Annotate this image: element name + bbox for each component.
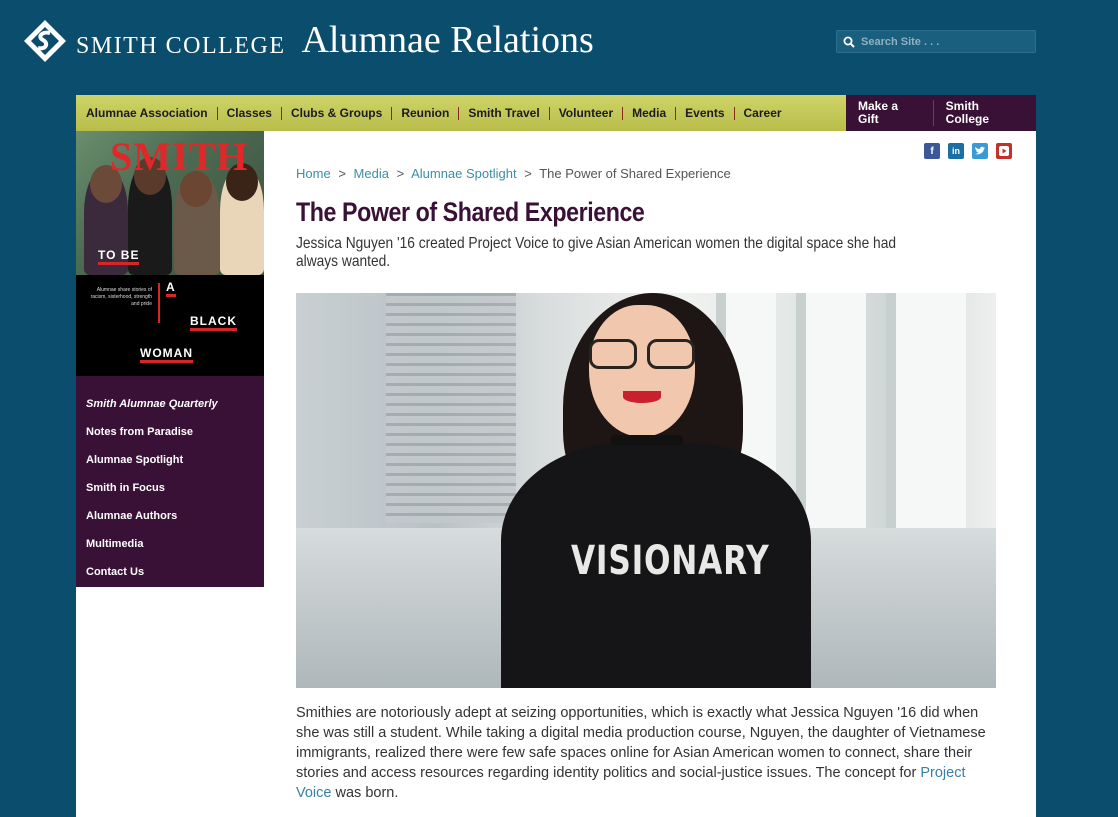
breadcrumb-media[interactable]: Media: [354, 166, 389, 181]
sidebar-item-contact[interactable]: Contact Us: [76, 566, 264, 594]
main-nav: Alumnae Association Classes Clubs & Grou…: [76, 95, 1036, 131]
sidebar-item-quarterly[interactable]: Smith Alumnae Quarterly: [76, 398, 264, 426]
nav-media[interactable]: Media: [623, 106, 677, 120]
magazine-cover[interactable]: SMITH TO BE A BLACK WOMAN Alumnae share …: [76, 131, 264, 376]
cover-word-woman: WOMAN: [140, 347, 193, 363]
social-links: f in: [924, 143, 1012, 159]
article-subtitle: Jessica Nguyen '16 created Project Voice…: [296, 235, 897, 270]
nav-volunteer[interactable]: Volunteer: [550, 106, 624, 120]
breadcrumb-separator: >: [396, 166, 405, 181]
nav-smith-travel[interactable]: Smith Travel: [459, 106, 550, 120]
body-text-end: was born.: [331, 785, 399, 801]
breadcrumb: Home > Media > Alumnae Spotlight > The P…: [296, 166, 731, 181]
body-text-start: Smithies are notoriously adept at seizin…: [296, 705, 986, 781]
shirt-text: VISIONARY: [571, 538, 770, 584]
linkedin-icon[interactable]: in: [948, 143, 964, 159]
content-panel: SMITH TO BE A BLACK WOMAN Alumnae share …: [76, 131, 1036, 817]
site-search: [836, 30, 1036, 53]
youtube-icon[interactable]: [996, 143, 1012, 159]
cover-blurb: Alumnae share stories of racism, sisterh…: [90, 287, 152, 307]
sidebar-item-notes[interactable]: Notes from Paradise: [76, 426, 264, 454]
smith-college-link[interactable]: Smith College: [934, 100, 1036, 126]
sidebar-item-authors[interactable]: Alumnae Authors: [76, 510, 264, 538]
search-icon[interactable]: [837, 36, 861, 48]
nav-classes[interactable]: Classes: [218, 106, 282, 120]
breadcrumb-current: The Power of Shared Experience: [539, 166, 731, 181]
sidebar-item-spotlight[interactable]: Alumnae Spotlight: [76, 454, 264, 482]
page-title: The Power of Shared Experience: [296, 197, 645, 227]
article-body: Smithies are notoriously adept at seizin…: [296, 703, 1001, 803]
cover-word-to-be: TO BE: [98, 249, 140, 265]
nav-utility: Make a Gift Smith College: [846, 95, 1036, 131]
sidebar-item-focus[interactable]: Smith in Focus: [76, 482, 264, 510]
twitter-icon[interactable]: [972, 143, 988, 159]
site-title[interactable]: Alumnae Relations: [301, 18, 593, 62]
cover-title: SMITH: [110, 134, 249, 179]
make-a-gift-link[interactable]: Make a Gift: [846, 100, 934, 126]
breadcrumb-separator: >: [524, 166, 532, 181]
cover-rule: [158, 283, 160, 323]
facebook-icon[interactable]: f: [924, 143, 940, 159]
sidebar-menu: Smith Alumnae Quarterly Notes from Parad…: [76, 376, 264, 587]
nav-clubs-groups[interactable]: Clubs & Groups: [282, 106, 393, 120]
breadcrumb-separator: >: [338, 166, 346, 181]
nav-career[interactable]: Career: [735, 106, 791, 120]
breadcrumb-home[interactable]: Home: [296, 166, 331, 181]
smith-shield-icon: [22, 18, 68, 64]
search-input[interactable]: [861, 35, 1026, 48]
cover-word-black: BLACK: [190, 315, 237, 331]
nav-reunion[interactable]: Reunion: [392, 106, 460, 120]
portrait-person: VISIONARY: [501, 293, 821, 688]
sidebar-item-multimedia[interactable]: Multimedia: [76, 538, 264, 566]
college-name: SMITH COLLEGE: [76, 32, 286, 59]
breadcrumb-spotlight[interactable]: Alumnae Spotlight: [411, 166, 517, 181]
nav-events[interactable]: Events: [676, 106, 735, 120]
cover-word-a: A: [166, 281, 176, 297]
nav-alumnae-association[interactable]: Alumnae Association: [76, 106, 218, 120]
smith-college-logo[interactable]: SMITH COLLEGE Alumnae Relations: [22, 18, 594, 64]
article-photo: VISIONARY: [296, 293, 996, 688]
